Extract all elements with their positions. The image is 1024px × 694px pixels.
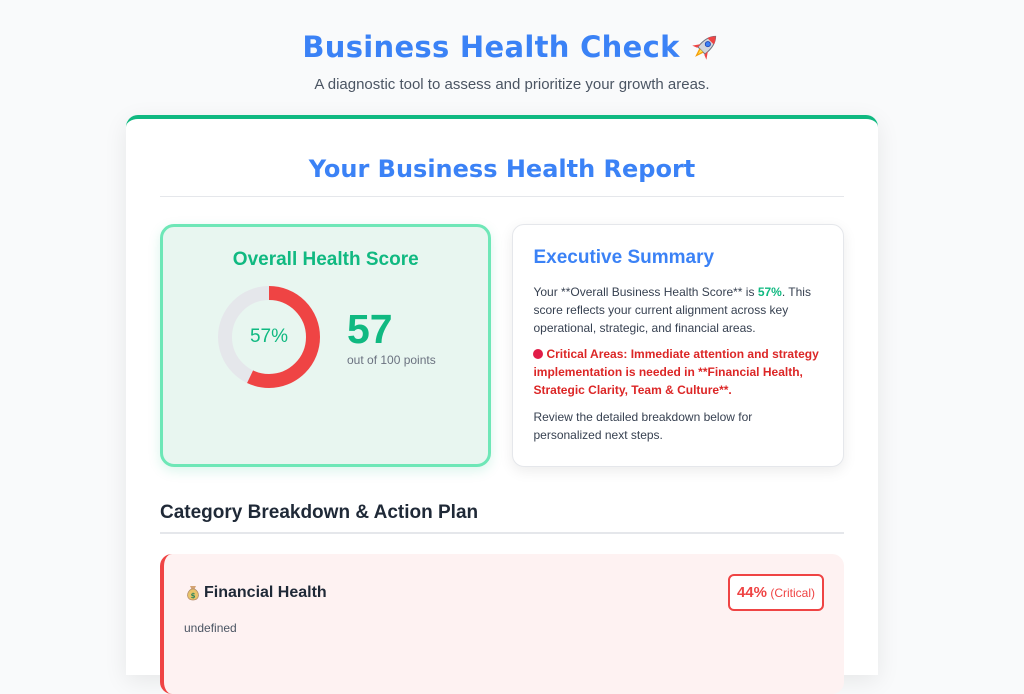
category-description: undefined xyxy=(184,621,237,635)
score-heading: Overall Health Score xyxy=(232,249,419,270)
score-value: 57 xyxy=(347,306,393,352)
report-card: Your Business Health Report Overall Heal… xyxy=(126,115,878,694)
moneybag-icon: $ xyxy=(187,585,199,600)
donut-percent-label: 57% xyxy=(249,326,289,347)
category-score-badge: 44% (Critical) xyxy=(727,574,824,611)
breakdown-heading: Category Breakdown & Action Plan xyxy=(160,502,844,534)
app-title: Business Health Check xyxy=(302,30,721,64)
category-card-financial-health: $ Financial Health 44% (Critical) undefi… xyxy=(160,554,844,694)
page-header: Business Health Check A diagnostic tool … xyxy=(0,0,1024,115)
critical-areas-paragraph: Critical Areas: Immediate attention and … xyxy=(533,345,823,399)
category-name: Financial Health xyxy=(204,583,327,601)
svg-text:$: $ xyxy=(191,592,196,600)
critical-areas-text: Critical Areas: Immediate attention and … xyxy=(533,347,819,397)
category-header: $ Financial Health 44% (Critical) xyxy=(184,574,824,611)
summary-paragraph: Your **Overall Business Health Score** i… xyxy=(533,283,823,337)
score-caption: out of 100 points xyxy=(347,353,436,367)
red-circle-icon xyxy=(533,349,544,359)
app-subtitle: A diagnostic tool to assess and prioriti… xyxy=(314,76,710,93)
category-status: (Critical) xyxy=(770,586,815,600)
overall-score-card: Overall Health Score 57% 57 out of 100 p… xyxy=(160,224,492,467)
score-body: 57% 57 out of 100 points xyxy=(163,285,488,389)
score-donut: 57% xyxy=(217,285,321,389)
rocket-icon xyxy=(691,35,716,60)
summary-percent: 57% xyxy=(757,285,782,299)
summary-heading: Executive Summary xyxy=(533,247,715,268)
executive-summary-card: Executive Summary Your **Overall Busines… xyxy=(512,224,844,467)
category-percent: 44% xyxy=(736,584,767,601)
review-paragraph: Review the detailed breakdown below for … xyxy=(533,410,753,442)
report-title: Your Business Health Report xyxy=(160,119,844,197)
report-top-row: Overall Health Score 57% 57 out of 100 p… xyxy=(160,224,844,467)
summary-prefix: Your **Overall Business Health Score** i… xyxy=(533,285,758,299)
score-numbers: 57 out of 100 points xyxy=(347,307,436,367)
app-title-text: Business Health Check xyxy=(302,30,680,64)
category-title: $ Financial Health xyxy=(184,584,327,602)
